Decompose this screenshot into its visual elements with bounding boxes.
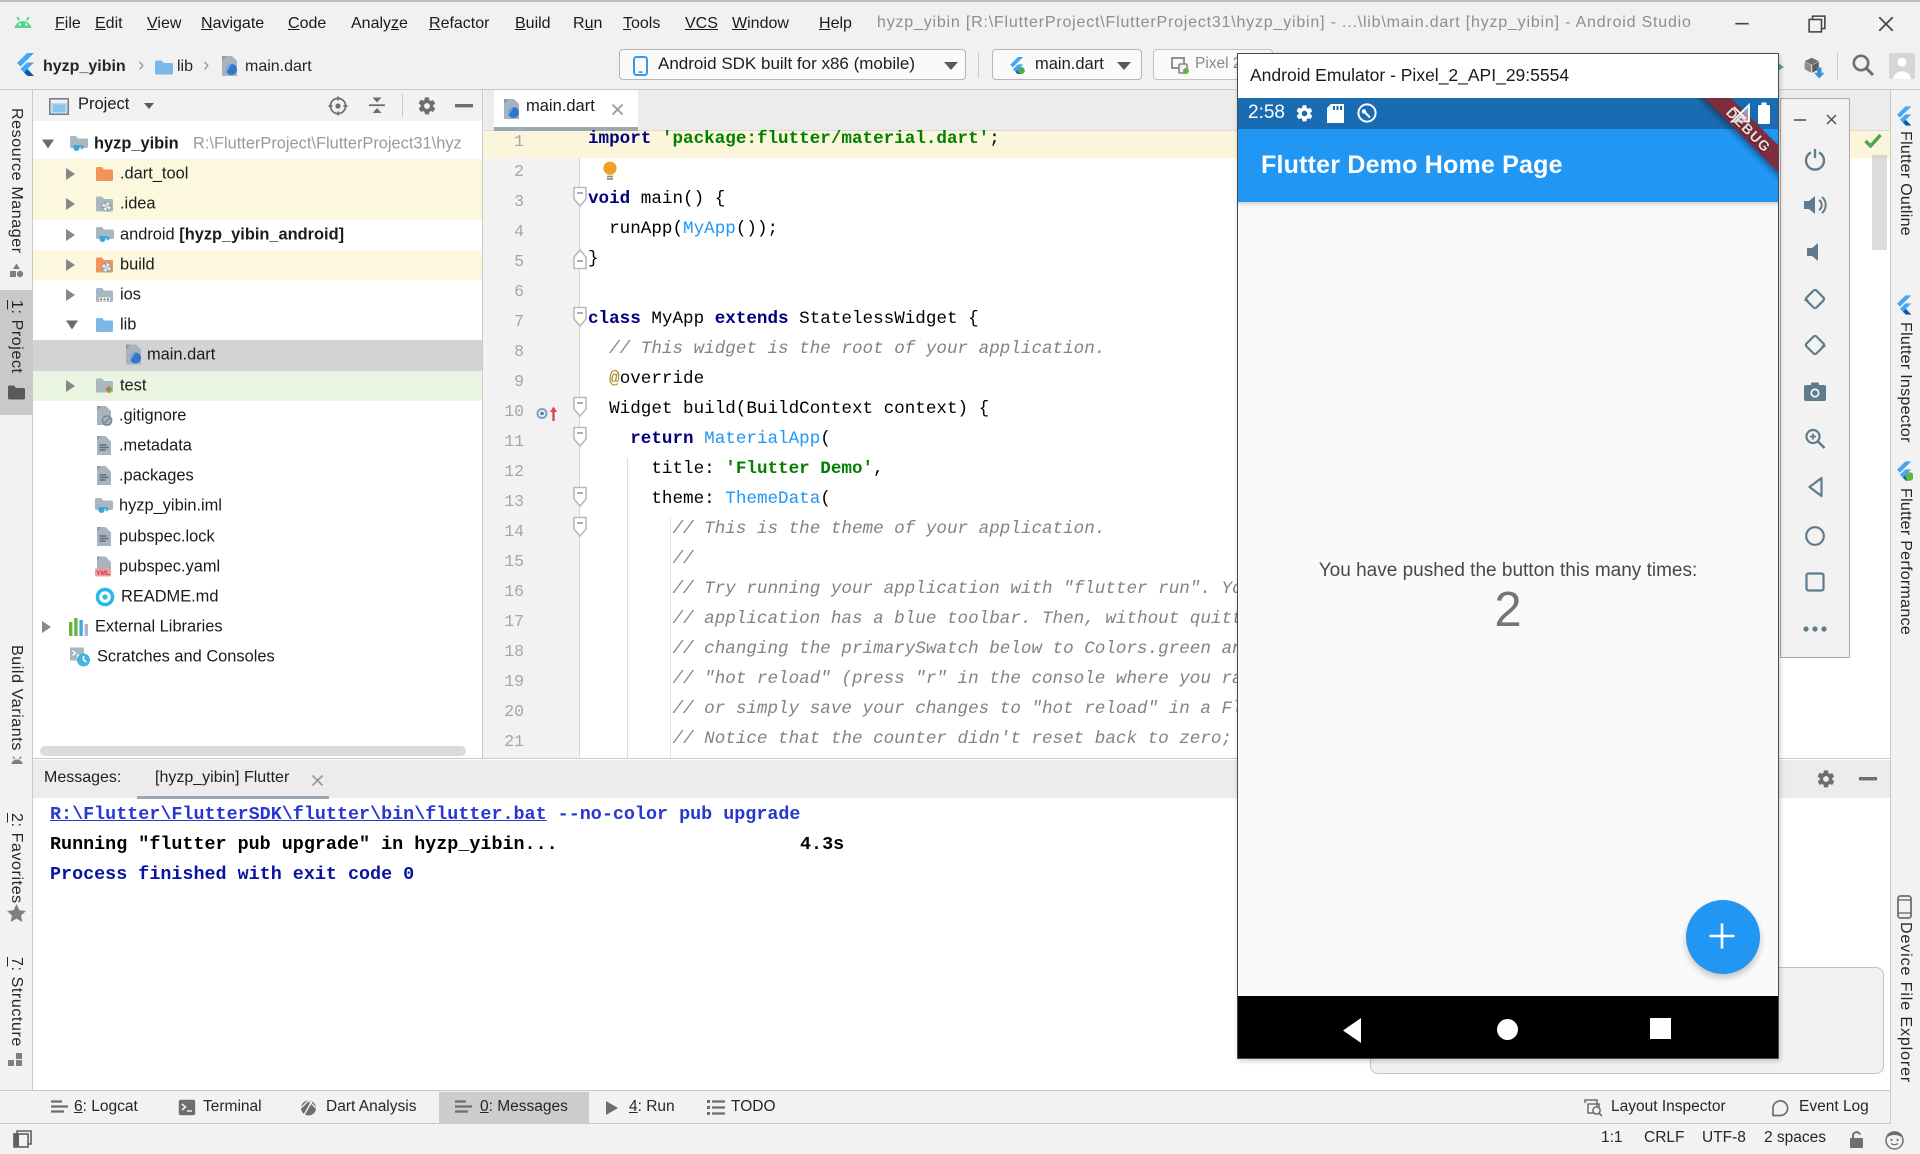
svg-text:YML: YML [96,570,110,577]
